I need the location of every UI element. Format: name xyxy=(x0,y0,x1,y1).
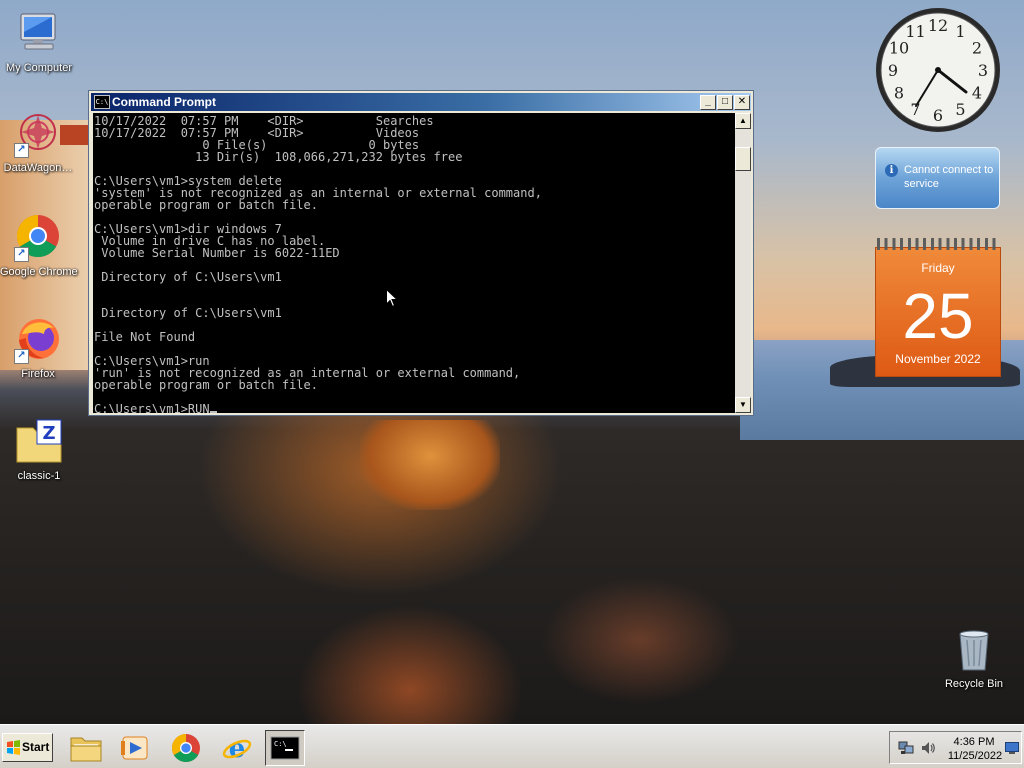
desktop-icon-label: Firefox xyxy=(21,368,55,380)
chrome-icon: ↗ xyxy=(14,214,62,262)
vertical-scrollbar[interactable]: ▲ ▼ xyxy=(735,113,751,413)
calendar-day: 25 xyxy=(902,280,974,352)
calendar-weekday: Friday xyxy=(921,261,955,275)
taskbar-media-player[interactable] xyxy=(115,730,155,766)
ie-icon: e xyxy=(222,734,252,764)
clock-numeral: 2 xyxy=(972,39,982,58)
desktop-icon-firefox[interactable]: ↗ Firefox xyxy=(0,316,76,380)
desktop-icon-recycle-bin[interactable]: Recycle Bin xyxy=(936,626,1012,690)
shortcut-arrow-icon: ↗ xyxy=(14,247,29,262)
my-computer-icon xyxy=(15,10,63,58)
window-title: Command Prompt xyxy=(112,95,217,109)
volume-icon[interactable] xyxy=(920,740,936,756)
media-player-icon xyxy=(121,736,148,760)
scroll-down-button[interactable]: ▼ xyxy=(735,397,751,413)
clock-numeral: 11 xyxy=(905,22,925,41)
start-button[interactable]: Start xyxy=(2,733,53,762)
svg-text:Z: Z xyxy=(42,423,55,444)
clock-time[interactable]: 4:36 PM xyxy=(944,736,1004,748)
show-desktop-icon[interactable] xyxy=(1005,742,1019,754)
system-tray: 4:36 PM 11/25/2022 xyxy=(889,731,1022,764)
desktop-icon-label: classic-1 xyxy=(17,470,61,482)
clock-date[interactable]: 11/25/2022 xyxy=(940,750,1010,762)
desktop: My Computer ↗ DataWagon… ↗ Google Chrome… xyxy=(0,0,1024,724)
calendar-binding-rings xyxy=(877,238,999,250)
firefox-icon: ↗ xyxy=(14,316,62,364)
chrome-icon xyxy=(171,734,200,763)
console-output[interactable]: 10/17/2022 07:57 PM <DIR> Searches 10/17… xyxy=(93,113,735,413)
command-prompt-window[interactable]: C:\ Command Prompt _ □ ✕ 10/17/2022 07:5… xyxy=(88,90,754,416)
info-icon: i xyxy=(885,164,898,177)
maximize-button[interactable]: □ xyxy=(717,95,733,110)
desktop-icon-google-chrome[interactable]: ↗ Google Chrome xyxy=(0,214,78,278)
clock-numeral: 12 xyxy=(928,16,948,35)
taskbar-internet-explorer[interactable]: e xyxy=(217,730,257,766)
clock-numeral: 5 xyxy=(955,100,965,119)
console-text: 10/17/2022 07:57 PM <DIR> Searches 10/17… xyxy=(93,113,735,413)
clock-gadget[interactable]: 12 1 2 3 4 5 6 7 8 9 10 11 xyxy=(874,6,1002,134)
desktop-icon-my-computer[interactable]: My Computer xyxy=(1,10,77,74)
mouse-pointer-icon xyxy=(386,288,399,313)
taskbar-command-prompt[interactable]: C:\ xyxy=(265,730,305,766)
text-cursor xyxy=(209,411,217,413)
command-input-line[interactable]: C:\Users\vm1>RUN xyxy=(94,402,210,413)
scroll-up-button[interactable]: ▲ xyxy=(735,113,751,129)
cmd-icon: C:\ xyxy=(270,736,300,760)
folder-icon xyxy=(70,737,102,762)
shortcut-arrow-icon: ↗ xyxy=(14,349,29,364)
recycle-bin-icon xyxy=(950,626,998,674)
calendar-month-year: November 2022 xyxy=(895,352,981,366)
clock-numeral: 8 xyxy=(894,84,904,103)
console-history: 10/17/2022 07:57 PM <DIR> Searches 10/17… xyxy=(94,114,542,392)
calendar-page: Friday 25 November 2022 xyxy=(875,247,1001,377)
desktop-icon-label: My Computer xyxy=(5,62,73,74)
calendar-gadget[interactable]: Friday 25 November 2022 xyxy=(875,238,1001,378)
desktop-icon-label: Recycle Bin xyxy=(944,678,1004,690)
scroll-thumb[interactable] xyxy=(735,147,751,171)
cmd-icon: C:\ xyxy=(94,95,110,109)
clock-numeral: 9 xyxy=(888,61,898,80)
datawagon-icon: ↗ xyxy=(14,110,62,158)
desktop-icon-classic-1[interactable]: Z classic-1 xyxy=(1,418,77,482)
desktop-icon-label: Google Chrome xyxy=(0,266,78,278)
clock-numeral: 4 xyxy=(972,84,982,103)
windows-logo-icon xyxy=(7,740,20,755)
close-button[interactable]: ✕ xyxy=(734,95,750,110)
taskbar-google-chrome[interactable] xyxy=(166,730,206,766)
svg-text:e: e xyxy=(229,734,246,764)
desktop-icon-datawagon[interactable]: ↗ DataWagon… xyxy=(0,110,76,174)
clock-numeral: 6 xyxy=(933,106,943,125)
clock-numeral: 10 xyxy=(889,39,909,58)
weather-status-message: Cannot connect to service xyxy=(904,164,994,190)
wallpaper-rock xyxy=(360,420,500,510)
taskbar-file-explorer[interactable] xyxy=(66,730,106,766)
clock-numeral: 1 xyxy=(955,22,965,41)
desktop-icon-label: DataWagon… xyxy=(3,162,73,174)
start-label: Start xyxy=(22,740,50,754)
network-icon[interactable] xyxy=(898,740,914,756)
taskbar: Start e C:\ 4:36 PM 11/25/2022 xyxy=(0,724,1024,768)
svg-text:C:\: C:\ xyxy=(274,740,287,748)
title-bar[interactable]: C:\ Command Prompt _ □ ✕ xyxy=(91,93,751,111)
clock-numeral: 3 xyxy=(978,61,988,80)
weather-gadget[interactable]: i Cannot connect to service xyxy=(875,147,1000,209)
minimize-button[interactable]: _ xyxy=(700,95,716,110)
zipped-folder-icon: Z xyxy=(15,418,63,466)
shortcut-arrow-icon: ↗ xyxy=(14,143,29,158)
